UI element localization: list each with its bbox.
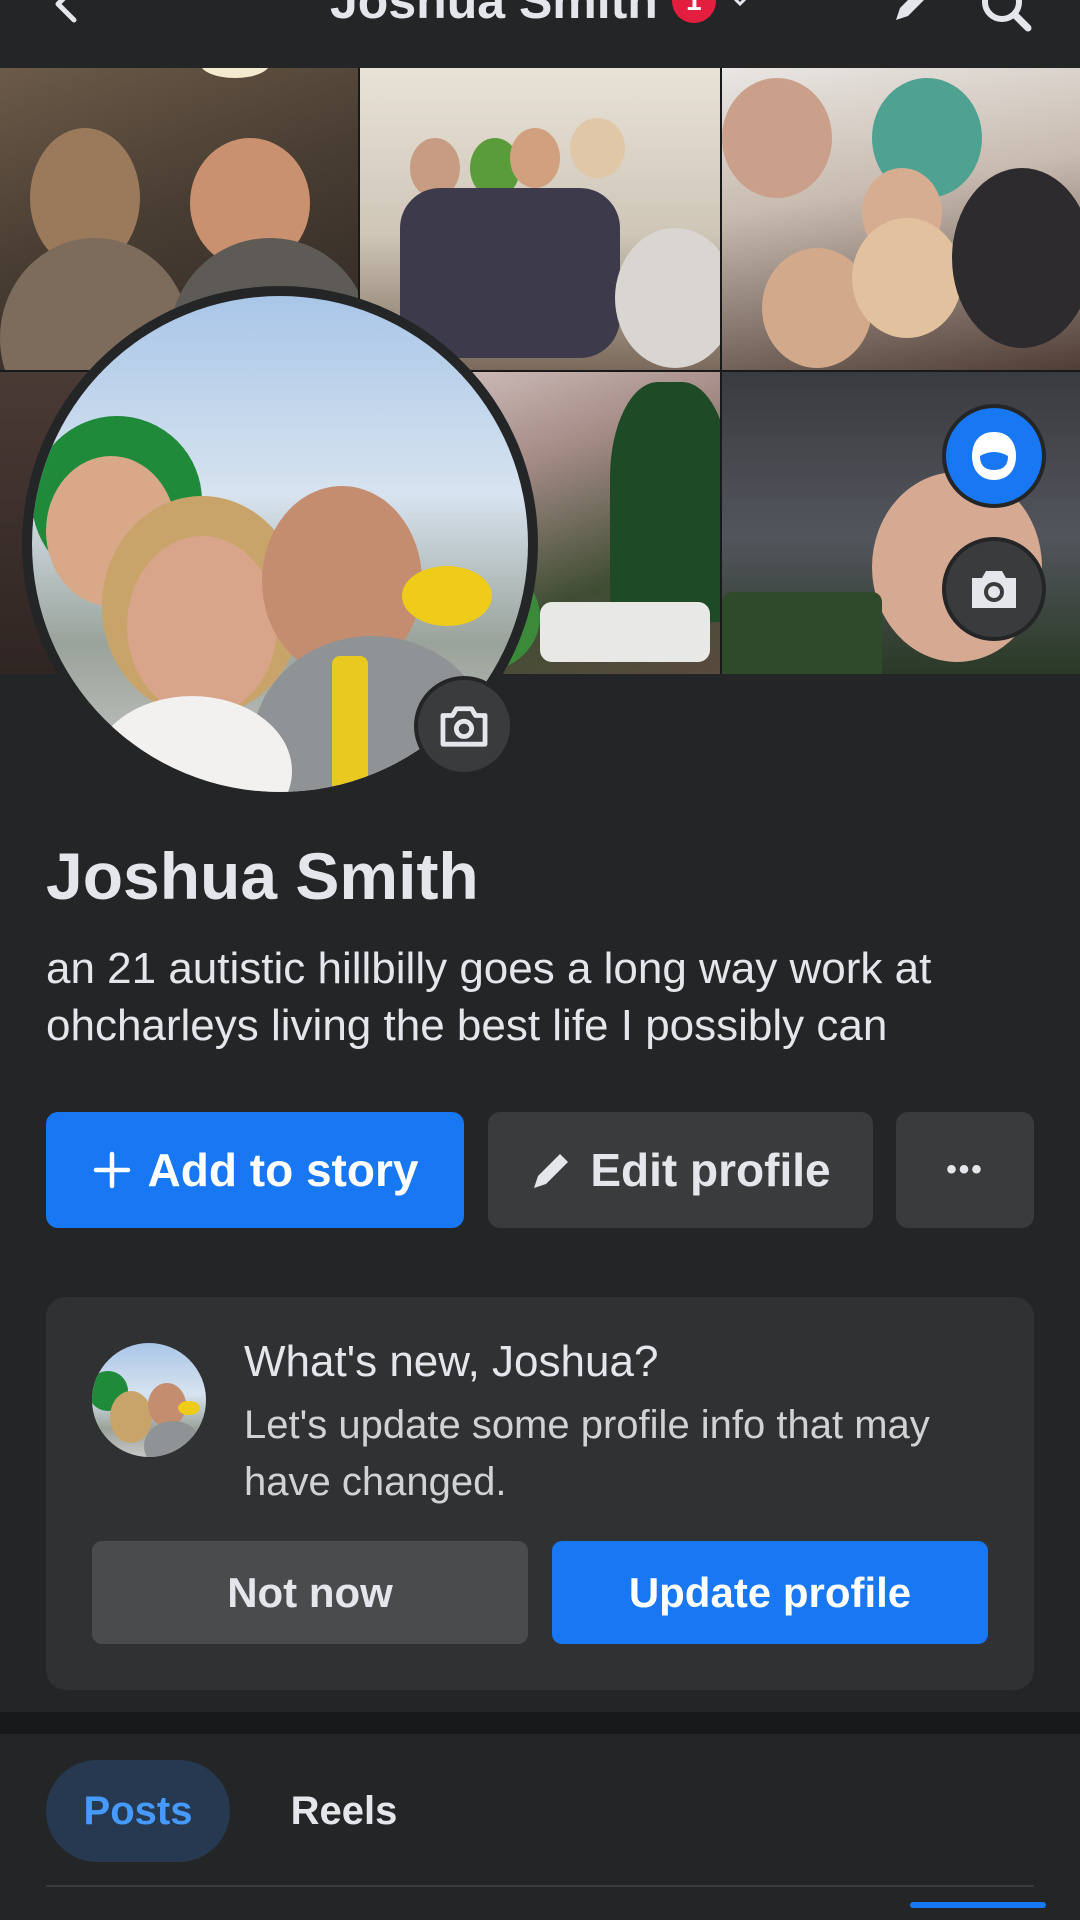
whats-new-card: What's new, Joshua? Let's update some pr… bbox=[46, 1297, 1034, 1690]
back-arrow-icon[interactable] bbox=[46, 0, 86, 24]
more-icon: ••• bbox=[946, 1153, 984, 1186]
pencil-icon bbox=[534, 1154, 569, 1188]
profile-bio: an 21 autistic hillbilly goes a long way… bbox=[46, 944, 932, 1050]
profile-name: Joshua Smith bbox=[46, 839, 479, 913]
top-bar: Joshua Smith 1 bbox=[0, 0, 1080, 68]
not-now-button[interactable]: Not now bbox=[92, 1541, 528, 1644]
edit-cover-photo-button[interactable] bbox=[942, 537, 1046, 641]
whats-new-title: What's new, Joshua? bbox=[244, 1337, 659, 1386]
camera-icon bbox=[440, 706, 488, 747]
add-to-story-label: Add to story bbox=[147, 1144, 419, 1196]
header-title: Joshua Smith bbox=[330, 0, 658, 29]
scroll-indicator bbox=[910, 1902, 1046, 1908]
add-to-story-button[interactable]: Add to story bbox=[46, 1112, 464, 1228]
chevron-down-icon bbox=[733, 0, 746, 7]
tab-posts[interactable]: Posts bbox=[46, 1760, 230, 1862]
header-title-group[interactable]: Joshua Smith 1 bbox=[330, 0, 750, 30]
tab-divider-line bbox=[46, 1885, 1034, 1887]
section-divider bbox=[0, 1712, 1080, 1734]
avatar-button[interactable] bbox=[942, 404, 1046, 508]
cover-photo-tile bbox=[722, 68, 1080, 370]
notification-badge: 1 bbox=[671, 0, 716, 23]
edit-profile-button[interactable]: Edit profile bbox=[488, 1112, 873, 1228]
edit-pencil-icon[interactable] bbox=[890, 0, 934, 26]
edit-profile-picture-button[interactable] bbox=[414, 676, 514, 776]
update-profile-button[interactable]: Update profile bbox=[552, 1541, 988, 1644]
whats-new-description: Let's update some profile info that may … bbox=[244, 1403, 930, 1504]
avatar-icon bbox=[972, 432, 1016, 480]
profile-thumbnail bbox=[92, 1343, 206, 1457]
edit-profile-label: Edit profile bbox=[590, 1144, 831, 1196]
tab-reels[interactable]: Reels bbox=[264, 1760, 424, 1862]
plus-icon bbox=[93, 1151, 130, 1189]
camera-icon bbox=[972, 571, 1016, 608]
more-options-button[interactable]: ••• bbox=[896, 1112, 1034, 1228]
search-icon[interactable] bbox=[978, 0, 1034, 34]
